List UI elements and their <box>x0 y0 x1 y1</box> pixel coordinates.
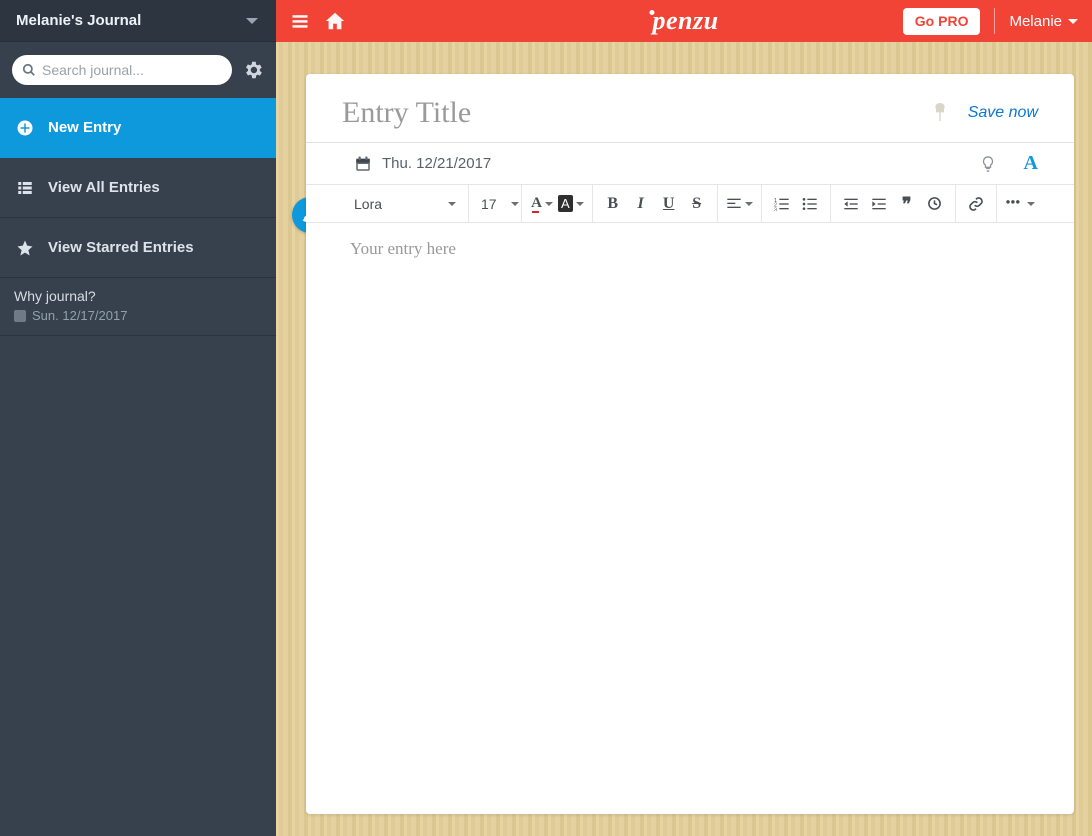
entry-date[interactable]: Thu. 12/21/2017 <box>382 155 491 172</box>
font-family-select[interactable]: Lora <box>350 196 460 212</box>
timestamp-button[interactable] <box>923 191 947 217</box>
pin-icon[interactable] <box>932 102 948 124</box>
caret-down-icon <box>545 202 553 206</box>
search-input[interactable] <box>12 55 232 85</box>
underline-button[interactable]: U <box>657 191 681 217</box>
link-button[interactable] <box>964 191 988 217</box>
text-color-button[interactable]: A <box>530 191 554 217</box>
caret-down-icon <box>1068 19 1078 24</box>
view-all-entries-button[interactable]: View All Entries <box>0 158 276 218</box>
outdent-button[interactable] <box>839 191 863 217</box>
brand-logo[interactable]: penzu <box>649 6 718 36</box>
menu-button[interactable] <box>290 11 310 31</box>
plus-circle-icon <box>16 118 34 138</box>
svg-text:3: 3 <box>774 207 777 211</box>
list-icon <box>16 179 34 197</box>
entry-list-item-title: Why journal? <box>14 288 262 304</box>
caret-down-icon <box>745 202 753 206</box>
blockquote-button[interactable]: ❞ <box>895 191 919 217</box>
strikethrough-button[interactable]: S <box>685 191 709 217</box>
editor-toolbar: Lora 17 A <box>306 185 1074 223</box>
view-all-label: View All Entries <box>48 179 160 196</box>
text-style-button[interactable]: A <box>1024 152 1038 175</box>
caret-down-icon <box>1027 202 1035 206</box>
entry-body-editor[interactable]: Your entry here <box>306 223 1074 806</box>
font-size-select[interactable]: 17 <box>477 196 513 212</box>
star-icon <box>16 239 34 257</box>
user-menu[interactable]: Melanie <box>1009 13 1078 30</box>
new-entry-label: New Entry <box>48 119 121 136</box>
entry-list-item-date: Sun. 12/17/2017 <box>32 308 127 323</box>
date-row: Thu. 12/21/2017 A <box>306 143 1074 185</box>
view-starred-label: View Starred Entries <box>48 239 194 256</box>
search-row <box>0 42 276 98</box>
main: penzu Go PRO Melanie Save now <box>276 0 1092 836</box>
topbar: penzu Go PRO Melanie <box>276 0 1092 42</box>
caret-down-icon <box>576 202 584 206</box>
go-pro-button[interactable]: Go PRO <box>903 8 981 35</box>
settings-button[interactable] <box>242 59 264 81</box>
save-now-link[interactable]: Save now <box>968 104 1038 122</box>
calendar-icon[interactable] <box>354 155 372 173</box>
highlight-color-button[interactable]: A <box>558 191 584 217</box>
entry-thumb-icon <box>14 310 26 322</box>
user-name: Melanie <box>1009 13 1062 30</box>
sidebar: Melanie's Journal New Entry View All Ent… <box>0 0 276 836</box>
journal-title: Melanie's Journal <box>16 12 141 29</box>
align-button[interactable] <box>726 191 753 217</box>
bold-button[interactable]: B <box>601 191 625 217</box>
search-icon <box>22 63 36 77</box>
more-button[interactable] <box>1005 191 1035 217</box>
entry-editor: Save now Thu. 12/21/2017 A <box>306 74 1074 814</box>
entry-list-item[interactable]: Why journal? Sun. 12/17/2017 <box>0 278 276 336</box>
entry-title-input[interactable] <box>342 96 932 130</box>
prompt-button[interactable] <box>980 155 996 173</box>
italic-button[interactable]: I <box>629 191 653 217</box>
divider <box>994 8 995 34</box>
chevron-down-icon <box>246 18 258 24</box>
view-starred-entries-button[interactable]: View Starred Entries <box>0 218 276 278</box>
caret-down-icon <box>448 202 456 206</box>
new-entry-button[interactable]: New Entry <box>0 98 276 158</box>
unordered-list-button[interactable] <box>798 191 822 217</box>
caret-down-icon <box>511 202 519 206</box>
ordered-list-button[interactable]: 123 <box>770 191 794 217</box>
home-button[interactable] <box>324 10 346 32</box>
indent-button[interactable] <box>867 191 891 217</box>
canvas-area: Save now Thu. 12/21/2017 A <box>276 42 1092 836</box>
journal-selector[interactable]: Melanie's Journal <box>0 0 276 42</box>
